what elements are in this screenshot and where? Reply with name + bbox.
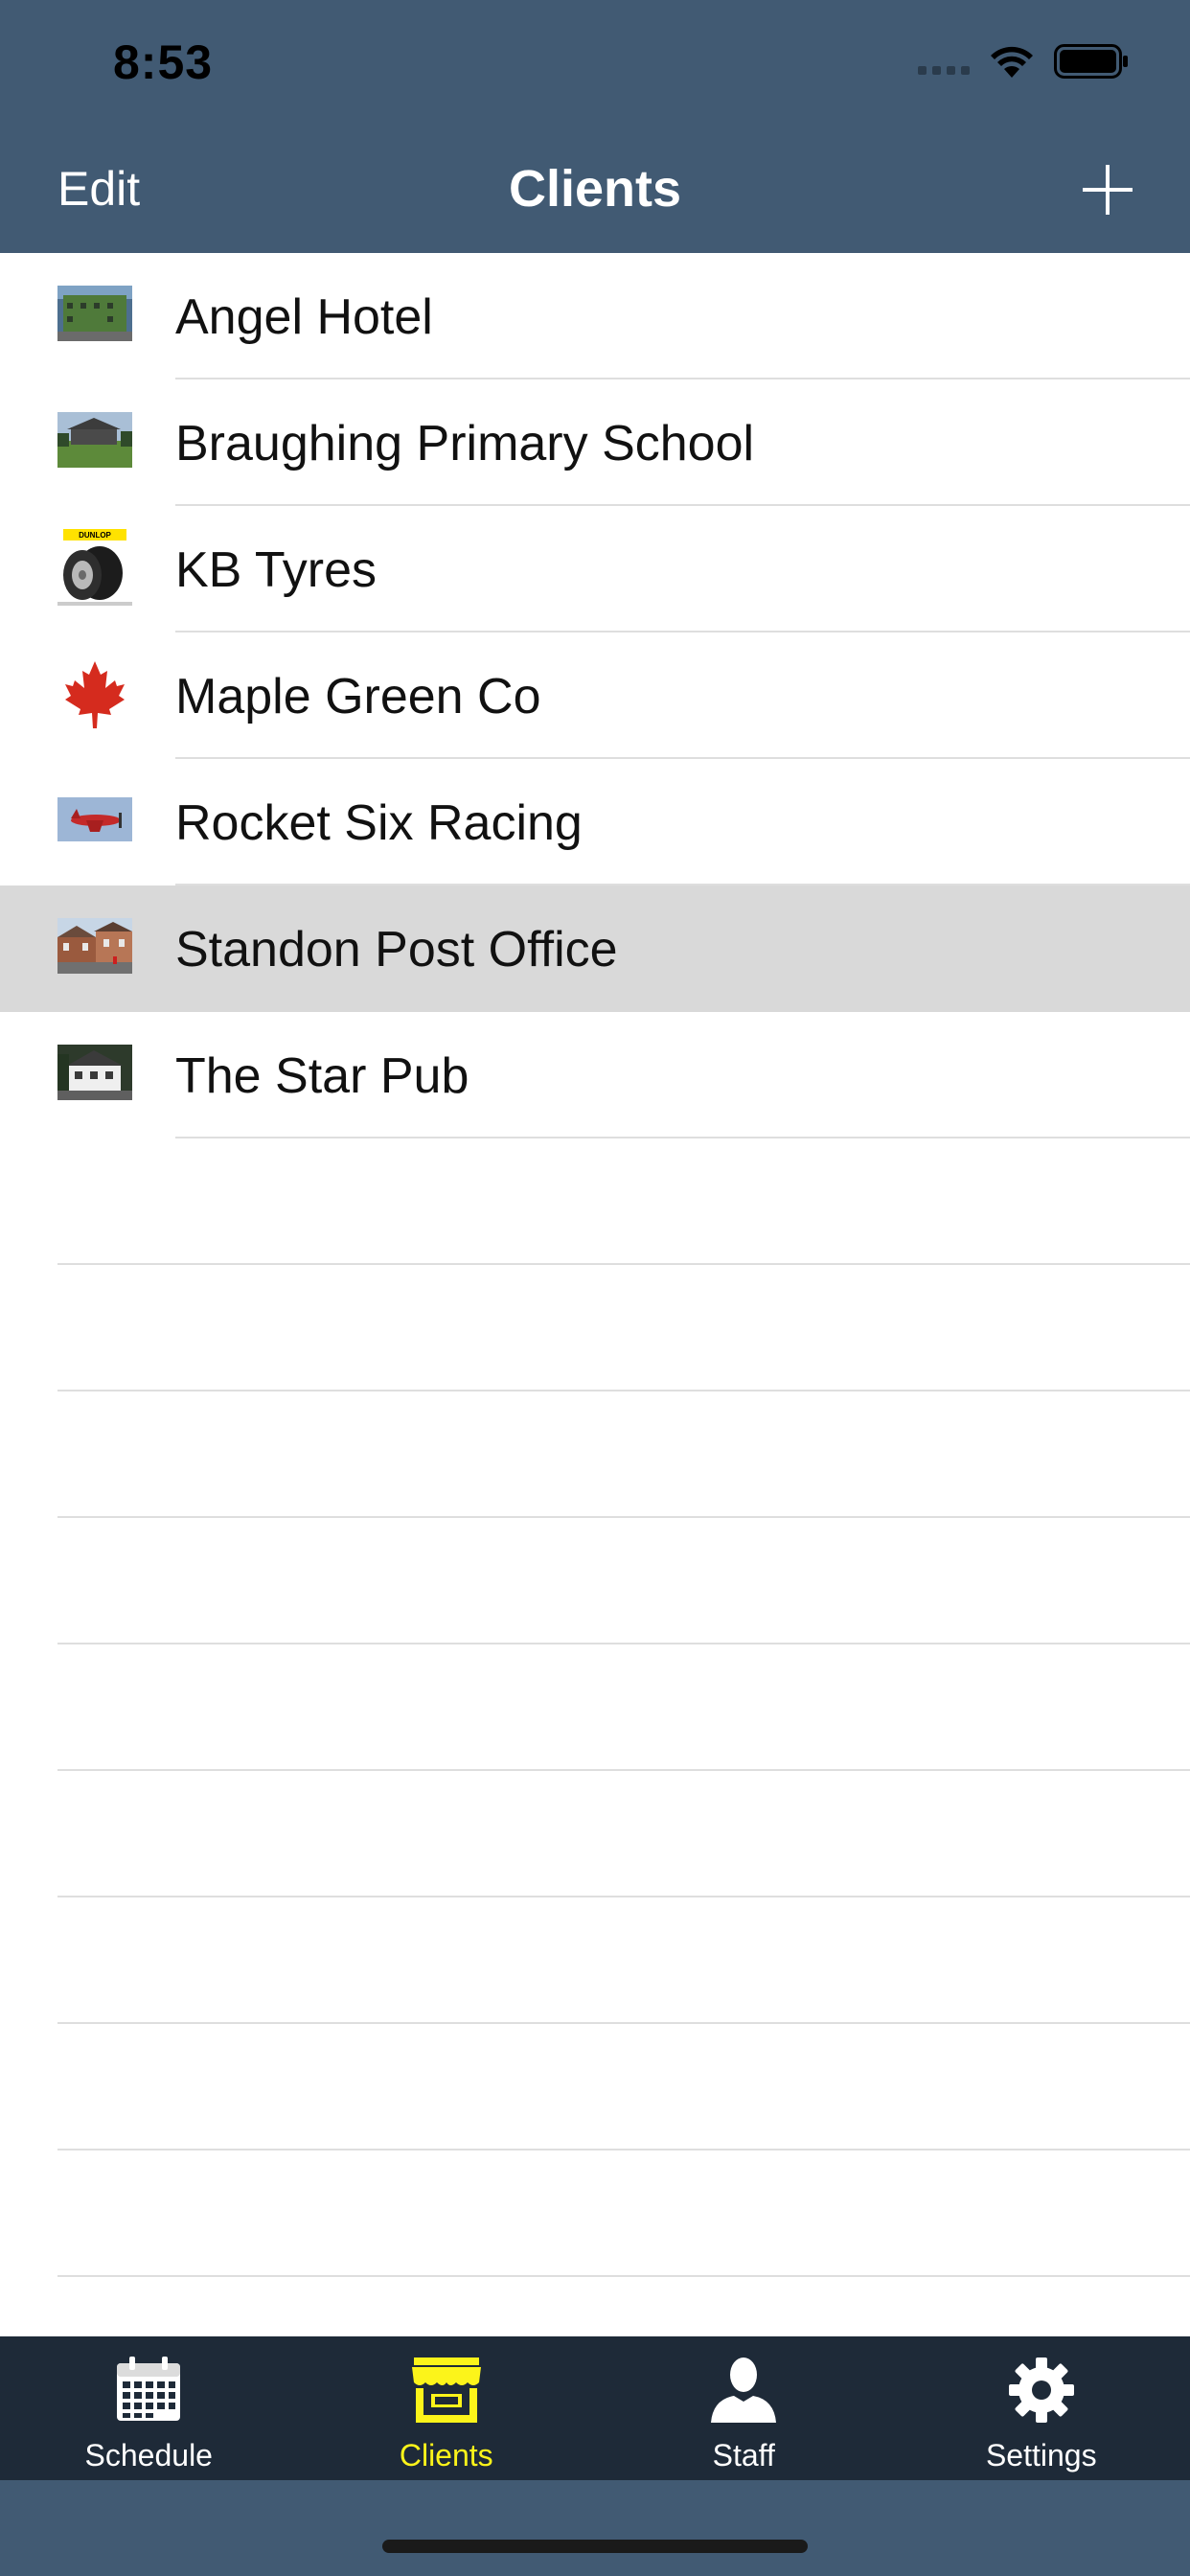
battery-icon: [1054, 44, 1128, 79]
tab-label: Staff: [712, 2438, 775, 2472]
cellular-signal-icon: [918, 42, 970, 80]
navigation-header: 8:53 Edit Clients: [0, 0, 1190, 253]
row-divider: [57, 2275, 1190, 2277]
school-thumbnail: [57, 412, 132, 468]
tyre-brand-text: DUNLOP: [79, 531, 111, 540]
client-row-the-star-pub[interactable]: The Star Pub: [0, 1012, 1190, 1138]
empty-list-row: [0, 2150, 1190, 2277]
tab-settings[interactable]: Settings: [893, 2336, 1190, 2480]
empty-list-row: [0, 1771, 1190, 1898]
client-row-rocket-six-racing[interactable]: Rocket Six Racing: [0, 759, 1190, 886]
home-indicator[interactable]: [382, 2540, 808, 2553]
empty-list-row: [0, 1392, 1190, 1518]
client-row-standon-post-office[interactable]: Standon Post Office: [0, 886, 1190, 1012]
client-name: Angel Hotel: [175, 289, 433, 345]
empty-list-row: [0, 1644, 1190, 1771]
client-name: Braughing Primary School: [175, 416, 755, 472]
status-icons: [918, 42, 1129, 80]
client-name: KB Tyres: [175, 542, 378, 598]
client-row-angel-hotel[interactable]: Angel Hotel: [0, 253, 1190, 380]
storefront-icon: [411, 2358, 481, 2423]
calendar-icon: [117, 2357, 181, 2421]
empty-list-row: [0, 1898, 1190, 2024]
wifi-icon: [991, 46, 1033, 78]
client-name: The Star Pub: [175, 1048, 469, 1104]
tab-label: Settings: [985, 2438, 1097, 2472]
tab-clients[interactable]: Clients: [298, 2336, 596, 2480]
maple-leaf-thumbnail: [57, 656, 132, 732]
status-time: 8:53: [113, 35, 214, 89]
tyre-thumbnail: DUNLOP: [57, 527, 132, 606]
clients-list: Angel Hotel Braughing Primary School DUN…: [0, 253, 1190, 2277]
client-row-kb-tyres[interactable]: DUNLOP KB Tyres: [0, 506, 1190, 632]
client-row-braughing-primary-school[interactable]: Braughing Primary School: [0, 380, 1190, 506]
empty-list-row: [0, 1265, 1190, 1392]
gear-icon: [1008, 2358, 1074, 2423]
empty-list-row: [0, 1138, 1190, 1265]
client-name: Maple Green Co: [175, 669, 541, 724]
pub-thumbnail: [57, 1045, 132, 1100]
hotel-thumbnail: [57, 286, 132, 341]
person-icon: [711, 2358, 777, 2423]
client-name: Standon Post Office: [175, 922, 618, 978]
home-indicator-area: [0, 2480, 1190, 2576]
plane-thumbnail: [57, 797, 132, 841]
tab-label: Clients: [399, 2438, 493, 2472]
post-office-thumbnail: [57, 918, 132, 974]
empty-list-row: [0, 2024, 1190, 2150]
page-title: Clients: [508, 160, 682, 218]
tab-staff[interactable]: Staff: [595, 2336, 893, 2480]
tab-schedule[interactable]: Schedule: [0, 2336, 298, 2480]
client-name: Rocket Six Racing: [175, 795, 583, 851]
client-row-maple-green-co[interactable]: Maple Green Co: [0, 632, 1190, 759]
plus-icon[interactable]: [1081, 163, 1134, 217]
tab-label: Schedule: [84, 2438, 213, 2472]
tab-bar: Schedule Clients Staff Settings: [0, 2336, 1190, 2480]
empty-list-row: [0, 1518, 1190, 1644]
